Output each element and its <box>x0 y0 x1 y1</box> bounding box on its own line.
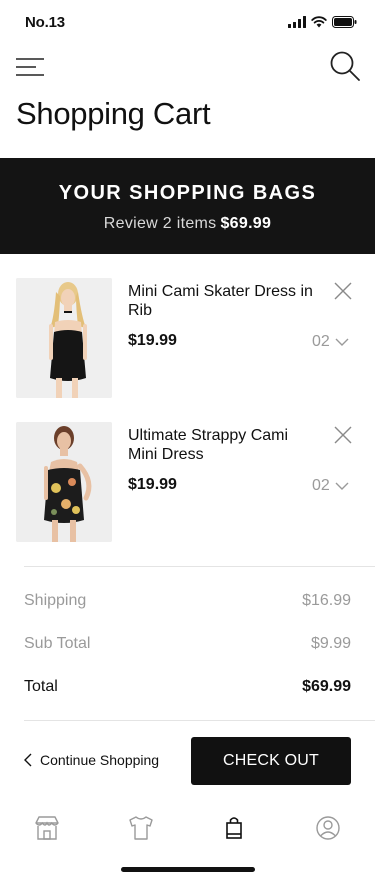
tab-bag[interactable] <box>220 814 248 842</box>
checkout-button[interactable]: CHECK OUT <box>191 737 351 785</box>
tab-bar <box>0 808 375 848</box>
quantity-select[interactable]: 02 <box>312 476 354 496</box>
chevron-down-icon <box>335 482 349 490</box>
profile-icon <box>316 816 340 840</box>
chevron-down-icon <box>335 338 349 346</box>
total-row: Total $69.99 <box>24 678 351 698</box>
shirt-icon <box>129 816 153 840</box>
bag-review-summary: Review 2 items $69.99 <box>0 215 375 233</box>
quantity-select[interactable]: 02 <box>312 332 354 352</box>
product-price: $19.99 <box>128 332 177 349</box>
close-icon <box>334 426 352 444</box>
chevron-left-icon <box>24 753 32 767</box>
cart-item: Mini Cami Skater Dress in Rib $19.99 02 <box>0 278 375 398</box>
bag-title: YOUR SHOPPING BAGS <box>58 182 317 204</box>
tab-store[interactable] <box>33 814 61 842</box>
bag-total: $69.99 <box>220 215 272 232</box>
home-indicator <box>121 867 255 872</box>
dress-photo-illustration <box>16 278 112 398</box>
signal-icon <box>288 16 306 28</box>
continue-shopping-label: Continue Shopping <box>40 752 160 768</box>
tab-clothing[interactable] <box>127 814 155 842</box>
search-button[interactable] <box>329 50 361 82</box>
battery-icon <box>332 16 357 28</box>
shopping-bag-banner: YOUR SHOPPING BAGS Review 2 items $69.99 <box>0 158 375 254</box>
tab-profile[interactable] <box>314 814 342 842</box>
divider <box>24 720 375 721</box>
subtotal-row: Sub Total $9.99 <box>24 635 351 655</box>
bag-icon <box>226 817 242 839</box>
product-price: $19.99 <box>128 476 177 493</box>
cart-item: Ultimate Strappy Cami Mini Dress $19.99 … <box>0 422 375 542</box>
shipping-row: Shipping $16.99 <box>24 592 351 612</box>
dress-photo-illustration <box>16 422 112 542</box>
total-value: $69.99 <box>302 678 351 695</box>
top-nav <box>0 48 375 84</box>
subtotal-label: Sub Total <box>24 635 91 652</box>
quantity-value: 02 <box>312 477 330 494</box>
carrier-label: No.13 <box>25 14 65 31</box>
menu-button[interactable] <box>16 56 44 78</box>
wifi-icon <box>311 16 327 28</box>
product-name[interactable]: Mini Cami Skater Dress in Rib <box>128 282 318 320</box>
remove-item-button[interactable] <box>334 426 352 444</box>
status-bar: No.13 <box>0 0 375 44</box>
page-title: Shopping Cart <box>16 96 211 131</box>
hamburger-menu-icon <box>16 58 44 76</box>
shipping-label: Shipping <box>24 592 87 609</box>
total-label: Total <box>24 678 58 695</box>
product-image[interactable] <box>16 278 112 398</box>
product-image[interactable] <box>16 422 112 542</box>
product-name[interactable]: Ultimate Strappy Cami Mini Dress <box>128 426 318 464</box>
subtotal-value: $9.99 <box>310 635 351 652</box>
store-icon <box>35 816 59 840</box>
divider <box>24 566 375 567</box>
remove-item-button[interactable] <box>334 282 352 300</box>
status-icons <box>288 16 357 28</box>
continue-shopping-link[interactable]: Continue Shopping <box>24 752 159 768</box>
shipping-value: $16.99 <box>302 592 351 609</box>
quantity-value: 02 <box>312 333 330 350</box>
search-icon <box>330 51 360 81</box>
review-items-text: Review 2 items <box>103 215 217 232</box>
close-icon <box>334 282 352 300</box>
